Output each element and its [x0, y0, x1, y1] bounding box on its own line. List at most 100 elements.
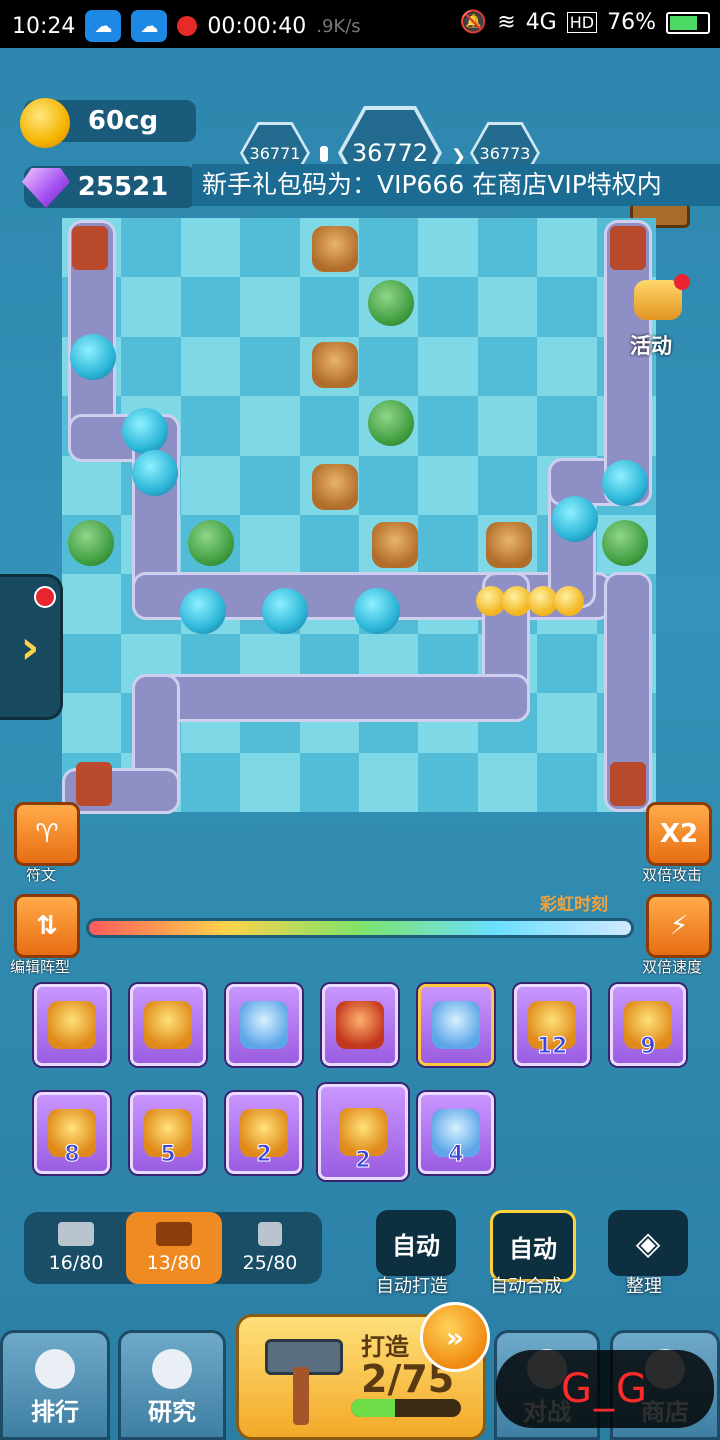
monster-icon[interactable] [602, 460, 648, 506]
monster-icon[interactable] [180, 588, 226, 634]
board-cell[interactable] [240, 752, 300, 812]
tower-card[interactable]: 2 [318, 1084, 408, 1180]
fast-forward-button[interactable]: » [420, 1302, 490, 1372]
board-cell[interactable] [418, 752, 478, 812]
tower-card[interactable] [418, 984, 494, 1066]
board-cell[interactable] [477, 455, 538, 515]
banner-icon[interactable] [72, 226, 108, 270]
board-cell[interactable] [418, 277, 478, 337]
board-cell[interactable] [418, 218, 478, 278]
board-cell[interactable] [299, 515, 359, 575]
board-cell[interactable] [418, 396, 478, 456]
board-cell[interactable] [537, 693, 597, 753]
nav-rank[interactable]: 排行 [0, 1330, 110, 1440]
sort-caption: 整理 [626, 1276, 662, 1297]
board-cell[interactable] [240, 455, 300, 515]
board-cell[interactable] [240, 396, 300, 456]
board-cell[interactable] [359, 455, 419, 515]
board-cell[interactable] [299, 396, 359, 456]
tower-card[interactable]: 9 [610, 984, 686, 1066]
stump-icon[interactable] [312, 226, 358, 272]
tree-icon[interactable] [68, 520, 114, 566]
game-board[interactable] [62, 218, 656, 814]
rainbow-time-label: 彩虹时刻 [540, 895, 608, 915]
board-cell[interactable] [180, 277, 241, 337]
board-cell[interactable] [299, 752, 359, 812]
tree-icon[interactable] [602, 520, 648, 566]
board-cell[interactable] [418, 336, 478, 397]
board-cell[interactable] [62, 633, 122, 694]
material-scroll[interactable]: 13/80 [126, 1212, 222, 1284]
monster-icon[interactable] [354, 588, 400, 634]
board-cell[interactable] [537, 277, 597, 337]
board-cell[interactable] [477, 752, 538, 812]
board-cell[interactable] [240, 336, 300, 397]
board-cell[interactable] [121, 218, 181, 278]
stump-icon[interactable] [486, 522, 532, 568]
banner-icon[interactable] [76, 762, 112, 806]
board-cell[interactable] [62, 693, 122, 753]
board-cell[interactable] [359, 336, 419, 397]
board-cell[interactable] [477, 277, 538, 337]
board-cell[interactable] [121, 336, 181, 397]
tower-card[interactable]: 4 [418, 1092, 494, 1174]
nav-research[interactable]: 研究 [118, 1330, 226, 1440]
board-cell[interactable] [359, 752, 419, 812]
board-cell[interactable] [537, 336, 597, 397]
tree-icon[interactable] [368, 400, 414, 446]
board-cell[interactable] [180, 752, 241, 812]
tree-icon[interactable] [188, 520, 234, 566]
monster-icon[interactable] [552, 496, 598, 542]
banner-icon[interactable] [610, 226, 646, 270]
board-cell[interactable] [121, 277, 181, 337]
board-cell[interactable] [537, 218, 597, 278]
monster-icon[interactable] [262, 588, 308, 634]
tree-icon[interactable] [368, 280, 414, 326]
board-cell[interactable] [418, 455, 478, 515]
rune-button[interactable]: ♈ [14, 802, 80, 866]
gold-coin-drop-icon[interactable] [554, 586, 584, 616]
stump-icon[interactable] [312, 464, 358, 510]
board-cell[interactable] [537, 633, 597, 694]
board-cell[interactable] [477, 218, 538, 278]
tower-card[interactable]: 8 [34, 1092, 110, 1174]
gem-value: 25521 [77, 172, 169, 202]
double-attack-button[interactable]: X2 [646, 802, 712, 866]
monster-icon[interactable] [132, 450, 178, 496]
tower-card[interactable] [130, 984, 206, 1066]
auto-forge-button[interactable]: 自动 [376, 1210, 456, 1276]
board-cell[interactable] [537, 752, 597, 812]
banner-icon[interactable] [610, 762, 646, 806]
board-cell[interactable] [180, 455, 241, 515]
board-cell[interactable] [180, 336, 241, 397]
board-cell[interactable] [537, 396, 597, 456]
board-cell[interactable] [359, 218, 419, 278]
material-cannon[interactable]: 16/80 [28, 1212, 124, 1284]
activity-button[interactable] [628, 270, 690, 328]
monster-icon[interactable] [122, 408, 168, 454]
tower-card[interactable]: 2 [226, 1092, 302, 1174]
board-cell[interactable] [180, 396, 241, 456]
tower-card[interactable] [226, 984, 302, 1066]
board-cell[interactable] [418, 515, 478, 575]
board-cell[interactable] [180, 218, 241, 278]
board-cell[interactable] [62, 574, 122, 634]
material-tower[interactable]: 25/80 [222, 1212, 318, 1284]
tower-card[interactable]: 5 [130, 1092, 206, 1174]
monster-icon[interactable] [70, 334, 116, 380]
board-cell[interactable] [62, 455, 122, 515]
tower-card[interactable]: 12 [514, 984, 590, 1066]
stump-icon[interactable] [372, 522, 418, 568]
board-cell[interactable] [240, 277, 300, 337]
double-speed-button[interactable]: ⚡ [646, 894, 712, 958]
tower-card[interactable] [34, 984, 110, 1066]
board-cell[interactable] [477, 336, 538, 397]
board-cell[interactable] [477, 396, 538, 456]
board-cell[interactable] [299, 277, 359, 337]
edit-formation-button[interactable]: ⇅ [14, 894, 80, 958]
board-cell[interactable] [240, 515, 300, 575]
stump-icon[interactable] [312, 342, 358, 388]
tower-card[interactable] [322, 984, 398, 1066]
board-cell[interactable] [240, 218, 300, 278]
sort-button[interactable]: ◈ [608, 1210, 688, 1276]
